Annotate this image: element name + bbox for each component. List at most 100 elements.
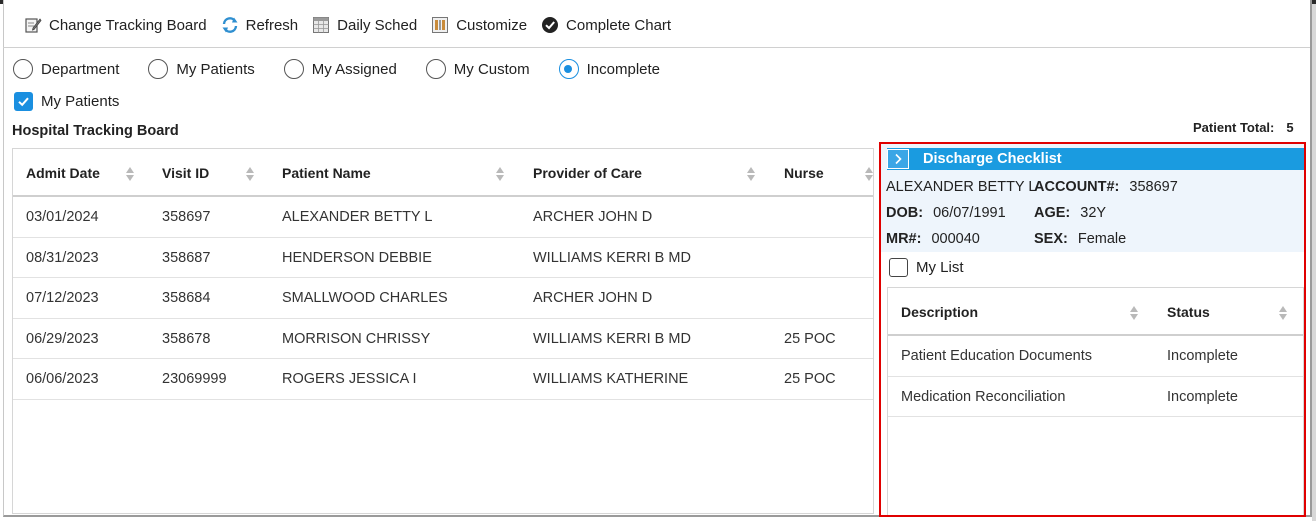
radio-my-assigned[interactable]: My Assigned bbox=[283, 59, 397, 79]
my-list-checkbox[interactable]: My List bbox=[889, 258, 964, 277]
cell-patient-name: HENDERSON DEBBIE bbox=[282, 249, 432, 266]
cell-nurse: 25 POC bbox=[784, 330, 836, 347]
cell-description: Medication Reconciliation bbox=[901, 388, 1066, 405]
radio-circle[interactable] bbox=[13, 59, 33, 79]
sort-icon[interactable] bbox=[746, 166, 756, 182]
cell-admit-date: 07/12/2023 bbox=[26, 290, 99, 306]
complete-chart-label: Complete Chart bbox=[566, 16, 672, 34]
calendar-grid-icon bbox=[313, 17, 330, 33]
patient-name: ALEXANDER BETTY L bbox=[886, 179, 1037, 195]
refresh-button[interactable]: Refresh bbox=[221, 16, 299, 34]
radio-circle[interactable] bbox=[425, 59, 446, 79]
cell-visit-id: 358687 bbox=[162, 249, 211, 266]
cell-provider: ARCHER JOHN D bbox=[533, 290, 653, 306]
radio-incomplete[interactable]: Incomplete bbox=[558, 59, 661, 79]
change-tracking-board-button[interactable]: Change Tracking Board bbox=[24, 16, 207, 34]
cell-provider: WILLIAMS KERRI B MD bbox=[533, 330, 691, 347]
customize-label: Customize bbox=[456, 16, 528, 34]
complete-chart-button[interactable]: Complete Chart bbox=[541, 16, 671, 34]
check-circle-icon bbox=[542, 17, 559, 33]
column-header-admit-date[interactable]: Admit Date bbox=[26, 149, 100, 197]
table-header: Admit Date Visit ID Patient Name Provide… bbox=[13, 149, 873, 197]
sort-icon[interactable] bbox=[245, 166, 255, 182]
mr-field: MR#: 000040 bbox=[886, 231, 980, 247]
checkbox-checked[interactable] bbox=[14, 92, 33, 111]
chevron-right-icon bbox=[895, 153, 902, 165]
cell-status: Incomplete bbox=[1167, 388, 1238, 405]
radio-label: Incomplete bbox=[586, 60, 661, 78]
mr-value: 000040 bbox=[931, 231, 980, 247]
cell-visit-id: 23069999 bbox=[162, 371, 227, 387]
column-header-visit-id[interactable]: Visit ID bbox=[162, 149, 209, 197]
sex-field: SEX: Female bbox=[1034, 231, 1126, 247]
cell-patient-name: SMALLWOOD CHARLES bbox=[282, 290, 448, 306]
sex-value: Female bbox=[1077, 231, 1127, 247]
checklist-row[interactable]: Patient Education Documents Incomplete bbox=[888, 336, 1303, 377]
radio-circle[interactable] bbox=[148, 59, 169, 79]
board-title: Hospital Tracking Board bbox=[12, 123, 179, 139]
patient-total: Patient Total: 5 bbox=[1193, 120, 1294, 135]
cell-patient-name: ROGERS JESSICA I bbox=[282, 371, 417, 387]
checklist-row[interactable]: Medication Reconciliation Incomplete bbox=[888, 377, 1303, 417]
sort-icon[interactable] bbox=[495, 166, 505, 182]
daily-sched-label: Daily Sched bbox=[337, 16, 418, 34]
table-row[interactable]: 07/12/2023 358684 SMALLWOOD CHARLES ARCH… bbox=[13, 278, 873, 319]
my-patients-checkbox[interactable]: My Patients bbox=[14, 92, 119, 111]
radio-circle-selected[interactable] bbox=[558, 59, 579, 79]
column-header-status[interactable]: Status bbox=[1167, 288, 1210, 336]
patient-total-label: Patient Total: bbox=[1193, 120, 1275, 135]
sex-label: SEX: bbox=[1034, 231, 1068, 247]
sort-icon[interactable] bbox=[125, 166, 135, 182]
sort-icon[interactable] bbox=[1129, 305, 1139, 321]
patient-total-value: 5 bbox=[1286, 120, 1294, 135]
edit-document-icon bbox=[25, 18, 42, 33]
cell-visit-id: 358684 bbox=[162, 290, 211, 306]
daily-sched-button[interactable]: Daily Sched bbox=[312, 16, 417, 34]
dob-value: 06/07/1991 bbox=[933, 205, 1006, 221]
customize-button[interactable]: Customize bbox=[431, 16, 527, 34]
radio-department[interactable]: Department bbox=[13, 59, 119, 79]
radio-my-custom[interactable]: My Custom bbox=[425, 59, 530, 79]
radio-label: My Custom bbox=[453, 60, 530, 78]
table-row[interactable]: 06/06/2023 23069999 ROGERS JESSICA I WIL… bbox=[13, 359, 873, 400]
cell-provider: ARCHER JOHN D bbox=[533, 209, 653, 225]
column-header-description[interactable]: Description bbox=[901, 288, 978, 336]
radio-label: My Assigned bbox=[311, 60, 397, 78]
radio-label: My Patients bbox=[176, 60, 255, 78]
column-header-provider-of-care[interactable]: Provider of Care bbox=[533, 149, 642, 197]
dob-field: DOB: 06/07/1991 bbox=[886, 205, 1006, 221]
cell-provider: WILLIAMS KATHERINE bbox=[533, 371, 689, 387]
discharge-checklist-title: Discharge Checklist bbox=[923, 151, 1062, 167]
toolbar-divider bbox=[3, 47, 1310, 48]
account-value: 358697 bbox=[1129, 179, 1178, 195]
column-header-nurse[interactable]: Nurse bbox=[784, 149, 824, 197]
cell-patient-name: MORRISON CHRISSY bbox=[282, 330, 431, 347]
age-label: AGE: bbox=[1034, 205, 1071, 221]
cell-description: Patient Education Documents bbox=[901, 348, 1093, 364]
table-row[interactable]: 08/31/2023 358687 HENDERSON DEBBIE WILLI… bbox=[13, 238, 873, 278]
view-filter-group: Department My Patients My Assigned My Cu… bbox=[13, 59, 689, 79]
discharge-checklist-header[interactable]: Discharge Checklist bbox=[887, 148, 1304, 170]
refresh-label: Refresh bbox=[245, 16, 299, 34]
window-shadow bbox=[1312, 4, 1316, 521]
age-value: 32Y bbox=[1080, 205, 1107, 221]
checkbox-unchecked[interactable] bbox=[889, 258, 908, 277]
customize-columns-icon bbox=[432, 17, 449, 33]
sort-icon[interactable] bbox=[864, 166, 874, 182]
mr-label: MR#: bbox=[886, 231, 922, 247]
tracking-board-table: Admit Date Visit ID Patient Name Provide… bbox=[12, 148, 874, 514]
checkbox-label: My List bbox=[916, 259, 964, 276]
radio-label: Department bbox=[41, 60, 120, 78]
sort-icon[interactable] bbox=[1278, 305, 1288, 321]
radio-my-patients[interactable]: My Patients bbox=[148, 59, 255, 79]
cell-admit-date: 03/01/2024 bbox=[26, 209, 99, 225]
collapse-panel-button[interactable] bbox=[887, 149, 909, 169]
column-header-patient-name[interactable]: Patient Name bbox=[282, 149, 371, 197]
age-field: AGE: 32Y bbox=[1034, 205, 1106, 221]
checkmark-icon bbox=[18, 97, 29, 107]
account-field: ACCOUNT#: 358697 bbox=[1034, 179, 1178, 195]
toolbar: Change Tracking Board Refresh Daily Sche… bbox=[24, 11, 685, 39]
radio-circle[interactable] bbox=[283, 59, 304, 79]
table-row[interactable]: 06/29/2023 358678 MORRISON CHRISSY WILLI… bbox=[13, 319, 873, 359]
table-row[interactable]: 03/01/2024 358697 ALEXANDER BETTY L ARCH… bbox=[13, 197, 873, 238]
